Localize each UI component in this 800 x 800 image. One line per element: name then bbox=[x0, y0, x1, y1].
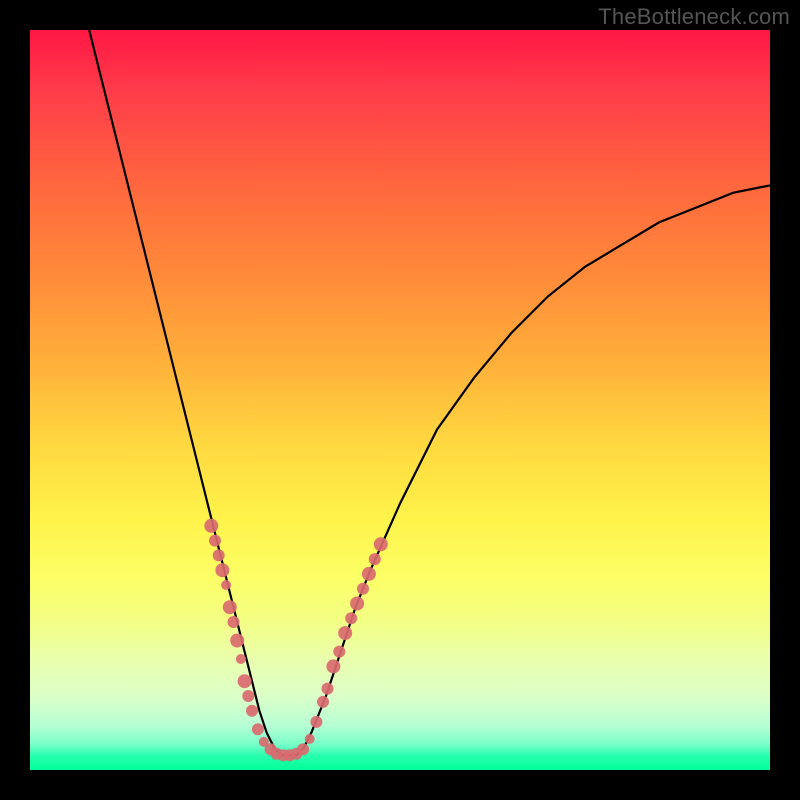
data-marker bbox=[238, 674, 252, 688]
data-marker bbox=[357, 583, 369, 595]
data-marker bbox=[215, 563, 229, 577]
data-marker bbox=[252, 723, 264, 735]
data-marker bbox=[333, 646, 345, 658]
bottleneck-curve bbox=[89, 30, 770, 755]
data-marker bbox=[338, 626, 352, 640]
data-marker bbox=[223, 600, 237, 614]
data-marker bbox=[345, 612, 357, 624]
data-marker bbox=[236, 654, 246, 664]
data-marker bbox=[369, 553, 381, 565]
data-marker bbox=[305, 734, 315, 744]
chart-frame: TheBottleneck.com bbox=[0, 0, 800, 800]
data-marker bbox=[213, 549, 225, 561]
plot-area bbox=[30, 30, 770, 770]
data-marker bbox=[230, 634, 244, 648]
data-marker bbox=[326, 659, 340, 673]
curve-svg bbox=[30, 30, 770, 770]
data-marker bbox=[297, 743, 309, 755]
data-marker bbox=[362, 567, 376, 581]
data-marker bbox=[204, 519, 218, 533]
data-marker bbox=[209, 535, 221, 547]
data-marker bbox=[374, 537, 388, 551]
watermark-text: TheBottleneck.com bbox=[598, 4, 790, 30]
data-marker bbox=[322, 683, 334, 695]
data-marker bbox=[246, 705, 258, 717]
markers bbox=[204, 519, 387, 761]
data-marker bbox=[317, 696, 329, 708]
data-marker bbox=[310, 716, 322, 728]
data-marker bbox=[350, 597, 364, 611]
data-marker bbox=[228, 616, 240, 628]
data-marker bbox=[242, 690, 254, 702]
data-marker bbox=[221, 580, 231, 590]
